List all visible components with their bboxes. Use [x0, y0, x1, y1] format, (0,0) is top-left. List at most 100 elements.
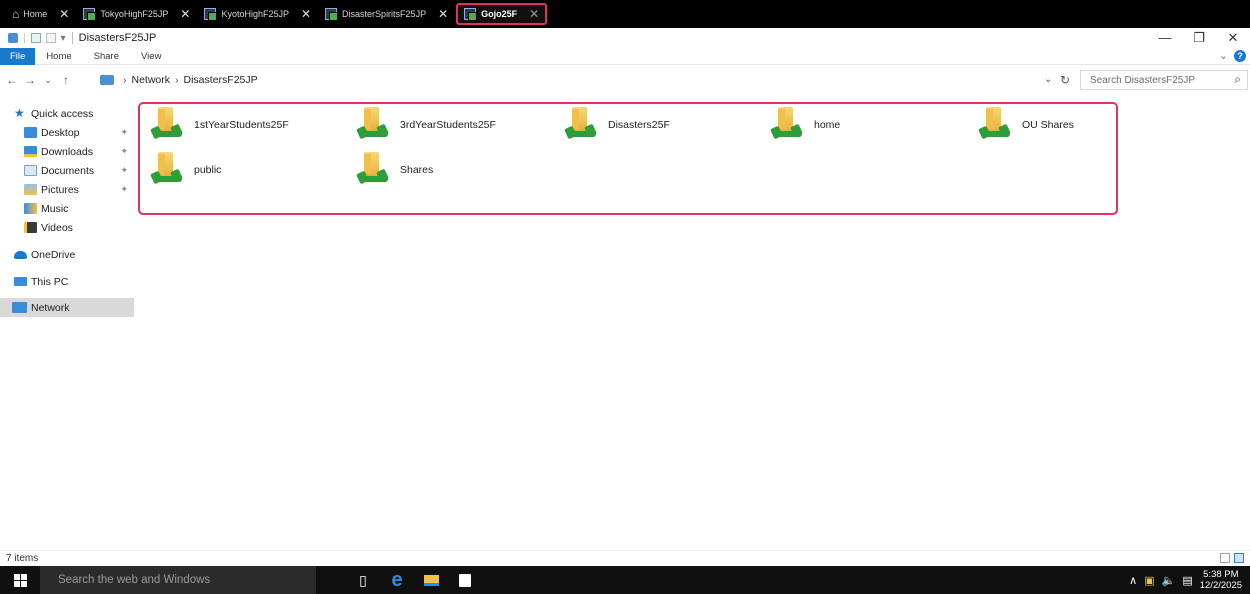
share-folder-3rdyearstudents25f[interactable]: 3rdYearStudents25F	[356, 105, 556, 145]
share-folder-public[interactable]: public	[150, 150, 350, 190]
sidebar-item-desktop[interactable]: Desktop ✦	[0, 123, 134, 142]
share-folder-home[interactable]: home	[770, 105, 970, 145]
sidebar-item-downloads[interactable]: Downloads ✦	[0, 142, 134, 161]
vm-tab-disasterspirits[interactable]: DisasterSpiritsF25JP ✕	[319, 3, 454, 25]
edge-icon[interactable]: e	[380, 566, 414, 594]
breadcrumb-current[interactable]: DisastersF25JP	[184, 74, 258, 86]
chevron-up-icon[interactable]: ∧	[1129, 574, 1137, 587]
vm-tab-home[interactable]: ⌂ Home ✕	[6, 3, 75, 25]
folder-name: OU Shares	[1022, 119, 1074, 131]
file-list: 1stYearStudents25F 3rdYearStudents25F Di…	[136, 98, 1250, 550]
sidebar-item-label: Videos	[41, 221, 73, 234]
network-share-icon	[356, 105, 390, 145]
chevron-right-icon[interactable]: ›	[175, 74, 179, 86]
close-button[interactable]: ✕	[1216, 28, 1250, 48]
properties-icon[interactable]	[30, 33, 41, 43]
tab-view[interactable]: View	[130, 48, 172, 65]
taskbar-search-placeholder: Search the web and Windows	[58, 574, 211, 586]
action-center-icon[interactable]: ▤	[1182, 574, 1192, 587]
vm-tab-tokyohigh[interactable]: TokyoHighF25JP ✕	[77, 3, 196, 25]
pin-icon[interactable]: ✦	[120, 184, 128, 195]
vm-tab-kyotohigh[interactable]: KyotoHighF25JP ✕	[198, 3, 317, 25]
breadcrumb[interactable]: › Network › DisastersF25JP	[100, 70, 1064, 90]
minimize-button[interactable]: —	[1148, 28, 1182, 48]
close-icon[interactable]: ✕	[438, 7, 448, 21]
view-toggle	[1220, 553, 1244, 563]
tab-file[interactable]: File	[0, 47, 36, 65]
start-button[interactable]	[0, 566, 40, 594]
store-icon[interactable]	[448, 566, 482, 594]
tab-share[interactable]: Share	[83, 48, 130, 65]
task-view-icon[interactable]: ▯	[346, 566, 380, 594]
system-tray: ∧ ▣ 🔈 ▤ 5:38 PM 12/2/2025	[1129, 566, 1250, 594]
sidebar-item-music[interactable]: Music	[0, 199, 134, 218]
pin-icon[interactable]: ✦	[120, 165, 128, 176]
vm-tab-label: Home	[23, 9, 48, 19]
network-icon	[12, 302, 27, 313]
star-icon: ★	[14, 106, 25, 120]
sidebar-item-documents[interactable]: Documents ✦	[0, 161, 134, 180]
help-icon[interactable]: ?	[1234, 49, 1246, 62]
pin-icon[interactable]: ✦	[120, 127, 128, 138]
close-icon[interactable]: ✕	[59, 7, 69, 21]
this-pc-icon	[14, 277, 27, 286]
sidebar-item-this-pc[interactable]: This PC	[0, 272, 134, 291]
sidebar-item-label: Documents	[41, 164, 95, 177]
expand-ribbon-icon[interactable]: ⌄	[1219, 49, 1228, 62]
breadcrumb-network[interactable]: Network	[132, 74, 171, 86]
sidebar-item-videos[interactable]: Videos	[0, 218, 134, 237]
documents-icon	[24, 165, 37, 176]
sidebar-item-quick-access[interactable]: ★ Quick access	[0, 104, 134, 123]
sidebar-item-pictures[interactable]: Pictures ✦	[0, 180, 134, 199]
new-folder-icon[interactable]	[45, 33, 56, 43]
network-icon	[100, 75, 114, 85]
vm-icon	[204, 8, 218, 21]
sidebar-item-label: Quick access	[31, 107, 94, 120]
clock-date: 12/2/2025	[1199, 580, 1242, 591]
address-bar: ← → ⌄ ↑ › Network › DisastersF25JP ⌄ ↻ S…	[0, 66, 1250, 94]
forward-button[interactable]: →	[22, 73, 38, 87]
customize-qat-icon[interactable]: ▾	[61, 33, 66, 44]
network-status-icon[interactable]: ▣	[1144, 574, 1154, 587]
share-folder-ou-shares[interactable]: OU Shares	[978, 105, 1178, 145]
search-icon[interactable]: ⌕	[1234, 72, 1241, 87]
sidebar-item-onedrive[interactable]: OneDrive	[0, 245, 134, 264]
close-icon[interactable]: ✕	[301, 7, 311, 21]
clock[interactable]: 5:38 PM 12/2/2025	[1200, 569, 1242, 591]
maximize-button[interactable]: ❐	[1182, 28, 1216, 48]
details-view-icon[interactable]	[1220, 553, 1230, 563]
taskbar-search-input[interactable]: Search the web and Windows	[40, 566, 316, 594]
sidebar-item-label: Music	[41, 202, 69, 215]
up-button[interactable]: ↑	[58, 73, 74, 87]
search-input[interactable]: Search DisastersF25JP ⌕	[1080, 70, 1248, 90]
volume-icon[interactable]: 🔈	[1162, 574, 1176, 587]
network-share-icon	[564, 105, 598, 145]
share-folder-disasters25f[interactable]: Disasters25F	[564, 105, 764, 145]
network-share-icon	[150, 150, 184, 190]
vm-tab-gojo[interactable]: Gojo25F ✕	[456, 3, 548, 25]
large-icons-view-icon[interactable]	[1234, 553, 1244, 563]
close-icon[interactable]: ✕	[529, 7, 539, 21]
ribbon-tabs: File Home Share View ⌄ ?	[0, 47, 1250, 65]
folder-name: Disasters25F	[608, 119, 670, 131]
folder-name: 3rdYearStudents25F	[400, 119, 496, 131]
desktop-icon	[24, 127, 37, 138]
status-bar: 7 items	[0, 550, 1250, 566]
close-icon[interactable]: ✕	[180, 7, 190, 21]
address-dropdown-icon[interactable]: ⌄	[1044, 70, 1052, 90]
recent-locations-button[interactable]: ⌄	[40, 75, 56, 86]
ribbon-right: ⌄ ?	[1219, 49, 1246, 62]
title-bar: | ▾ DisastersF25JP — ❐ ✕	[0, 28, 1250, 48]
share-folder-1styearstudents25f[interactable]: 1stYearStudents25F	[150, 105, 350, 145]
chevron-right-icon[interactable]: ›	[123, 74, 127, 86]
file-explorer-icon[interactable]	[414, 566, 448, 594]
onedrive-icon	[14, 250, 27, 259]
home-icon: ⌂	[12, 7, 20, 21]
share-folder-shares[interactable]: Shares	[356, 150, 556, 190]
vm-tab-label: KyotoHighF25JP	[221, 9, 289, 19]
tab-home[interactable]: Home	[35, 48, 82, 65]
pin-icon[interactable]: ✦	[120, 146, 128, 157]
sidebar-item-network[interactable]: Network	[0, 298, 134, 317]
refresh-icon[interactable]: ↻	[1060, 70, 1070, 90]
back-button[interactable]: ←	[4, 73, 20, 87]
